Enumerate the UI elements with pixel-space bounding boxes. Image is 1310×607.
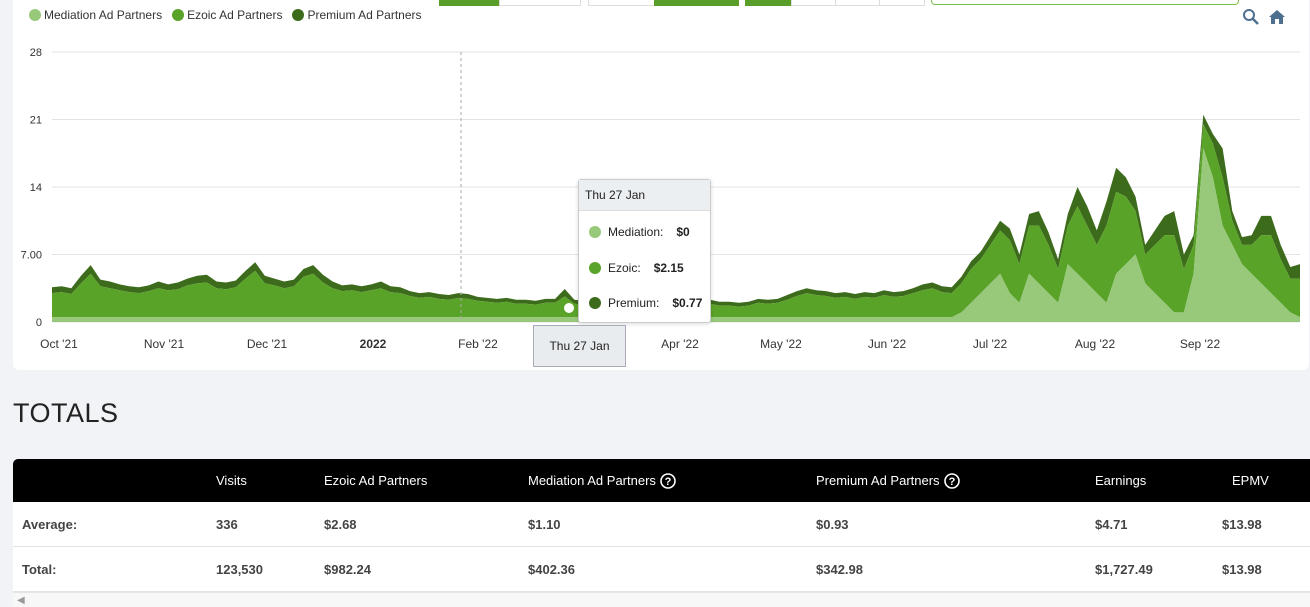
totals-table-header: Visits Ezoic Ad Partners Mediation Ad Pa… <box>13 459 1310 502</box>
x-tick-label: Nov '21 <box>144 337 185 351</box>
x-tick-label: 2022 <box>360 337 387 351</box>
row-label-average: Average: <box>22 516 78 532</box>
tooltip-swatch-mediation <box>589 226 601 238</box>
x-tick-label: Sep '22 <box>1180 337 1221 351</box>
cell-average-visits: 336 <box>216 516 238 532</box>
svg-text:?: ? <box>948 476 955 488</box>
tooltip-value-mediation: $0 <box>676 225 690 239</box>
cell-total-premium: $342.98 <box>816 561 863 577</box>
x-tick-label: Apr '22 <box>661 337 699 351</box>
col-header-earnings-label: Earnings <box>1095 473 1147 488</box>
tooltip-title: Thu 27 Jan <box>579 180 710 211</box>
col-header-ezoic: Ezoic Ad Partners <box>324 459 427 502</box>
y-tick-label: 0 <box>36 317 42 329</box>
table-row-average: Average: 336 $2.68 $1.10 $0.93 $4.71 $13… <box>13 502 1310 547</box>
y-tick-label: 7.00 <box>21 250 42 262</box>
cell-total-visits: 123,530 <box>216 561 263 577</box>
tooltip-swatch-premium <box>589 297 601 309</box>
cell-total-mediation: $402.36 <box>528 561 575 577</box>
cell-total-epmv: $13.98 <box>1222 561 1262 577</box>
help-circle-icon[interactable]: ? <box>660 472 676 489</box>
col-header-epmv: EPMV <box>1232 459 1269 502</box>
tooltip-label-mediation: Mediation: <box>608 225 664 239</box>
y-tick-label: 14 <box>30 182 42 194</box>
col-header-mediation: Mediation Ad Partners ? <box>528 459 676 502</box>
cell-total-ezoic: $982.24 <box>324 561 371 577</box>
x-tick-label: Jun '22 <box>868 337 907 351</box>
x-tick-label: Feb '22 <box>458 337 498 351</box>
x-tick-label: Dec '21 <box>247 337 288 351</box>
tooltip-value-premium: $0.77 <box>672 296 703 310</box>
tooltip-label-ezoic: Ezoic: <box>608 261 641 275</box>
tooltip-value-ezoic: $2.15 <box>653 261 684 275</box>
cell-average-premium: $0.93 <box>816 516 849 532</box>
col-header-visits: Visits <box>216 459 247 502</box>
x-tick-label: Oct '21 <box>40 337 78 351</box>
cell-average-earnings: $4.71 <box>1095 516 1128 532</box>
crosshair-date-label: Thu 27 Jan <box>533 325 626 367</box>
col-header-ezoic-label: Ezoic Ad Partners <box>324 473 428 488</box>
horizontal-scrollbar[interactable]: ◀ <box>13 592 1310 607</box>
table-row-total: Total: 123,530 $982.24 $402.36 $342.98 $… <box>13 547 1310 592</box>
totals-title: TOTALS <box>13 398 119 428</box>
tooltip-row-mediation: Mediation: $0 <box>589 225 690 239</box>
cell-total-earnings: $1,727.49 <box>1095 561 1153 577</box>
scroll-left-arrow-icon[interactable]: ◀ <box>17 595 25 606</box>
cell-average-epmv: $13.98 <box>1222 516 1262 532</box>
x-tick-label: Jul '22 <box>973 337 1008 351</box>
y-tick-label: 21 <box>30 115 42 127</box>
help-circle-icon[interactable]: ? <box>943 472 960 489</box>
col-header-epmv-label: EPMV <box>1232 473 1269 488</box>
col-header-premium-label: Premium Ad Partners <box>816 473 940 488</box>
tooltip-label-premium: Premium: <box>608 296 660 310</box>
col-header-earnings: Earnings <box>1095 459 1146 502</box>
x-tick-label: May '22 <box>760 337 802 351</box>
col-header-premium: Premium Ad Partners ? <box>816 459 960 502</box>
tooltip-row-ezoic: Ezoic: $2.15 <box>589 261 684 275</box>
tooltip-swatch-ezoic <box>589 262 601 274</box>
x-tick-label: Aug '22 <box>1075 337 1116 351</box>
y-tick-label: 28 <box>30 47 42 59</box>
svg-text:?: ? <box>665 476 672 488</box>
cell-average-mediation: $1.10 <box>528 516 561 532</box>
tooltip-row-premium: Premium: $0.77 <box>589 296 702 310</box>
col-header-visits-label: Visits <box>216 473 247 488</box>
row-label-total: Total: <box>22 561 57 577</box>
totals-table: Visits Ezoic Ad Partners Mediation Ad Pa… <box>13 459 1310 592</box>
chart-tooltip: Thu 27 Jan Mediation: $0 Ezoic: $2.15 Pr… <box>578 179 711 323</box>
highlight-point <box>562 301 576 315</box>
col-header-mediation-label: Mediation Ad Partners <box>528 473 656 488</box>
cell-average-ezoic: $2.68 <box>324 516 357 532</box>
